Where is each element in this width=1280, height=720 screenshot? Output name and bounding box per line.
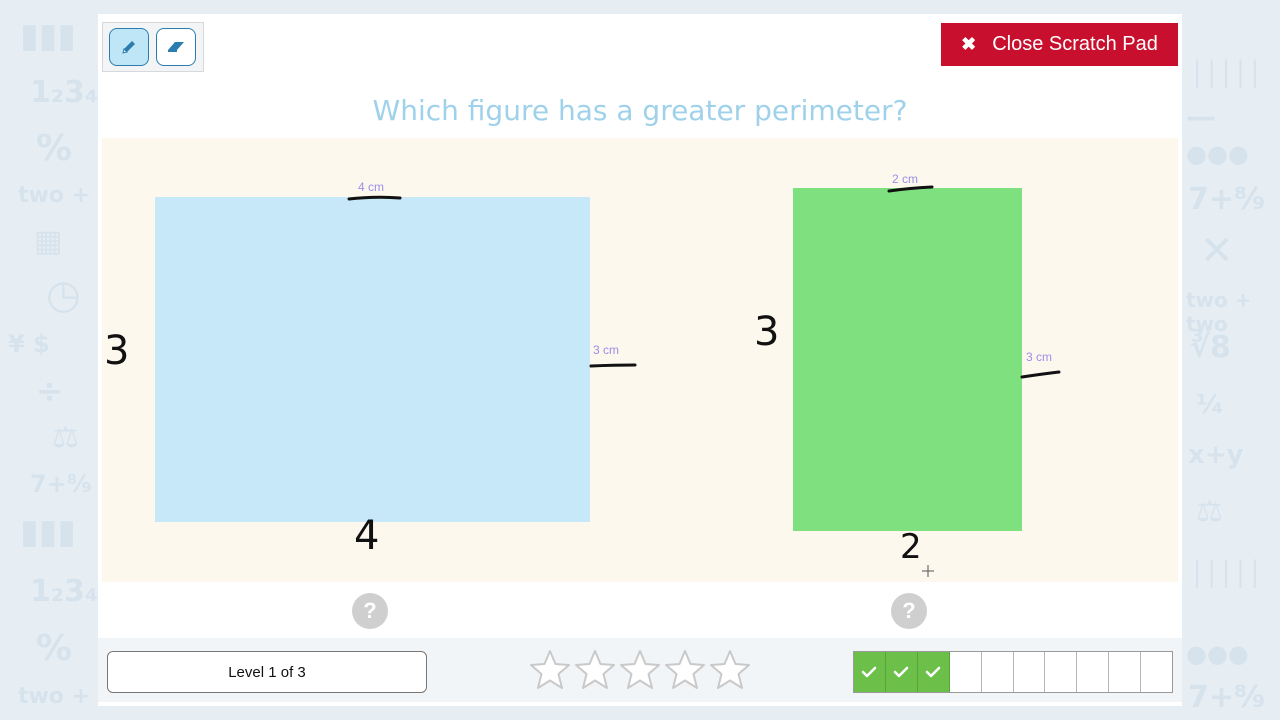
progress-cell-complete [917, 652, 950, 692]
level-indicator: Level 1 of 3 [107, 651, 427, 693]
cursor-crosshair [922, 565, 934, 577]
checkmark-icon [894, 666, 909, 678]
progress-cell-complete [885, 652, 918, 692]
star-icon [710, 650, 750, 689]
pencil-icon [122, 41, 135, 54]
star-icon [530, 650, 570, 689]
pencil-tool-button[interactable] [109, 28, 149, 66]
close-icon: ✖ [961, 34, 977, 54]
figure-b-help-button[interactable]: ? [891, 593, 927, 629]
star-icon [575, 650, 615, 689]
question-text: Which figure has a greater perimeter? [372, 94, 908, 127]
stroke-b-right [1020, 370, 1061, 379]
drawing-canvas[interactable]: 4 cm 3 cm 3 4 2 cm 3 cm 3 2 [102, 138, 1178, 582]
eraser-icon [168, 42, 184, 52]
progress-cell-empty [982, 652, 1014, 692]
progress-tracker [853, 651, 1173, 693]
eraser-tool-button[interactable] [156, 28, 196, 66]
stroke-b-top [887, 185, 934, 193]
progress-cell-empty [1077, 652, 1110, 692]
progress-cell-empty [1045, 652, 1078, 692]
progress-cell-empty [1141, 652, 1172, 692]
checkmark-icon [862, 666, 877, 678]
stroke-a-right [589, 363, 637, 368]
star-rating [528, 648, 753, 694]
progress-cell-empty [1109, 652, 1142, 692]
stroke-a-top [347, 195, 402, 201]
footer-bar: Level 1 of 3 [98, 638, 1182, 702]
progress-cell-empty [1014, 652, 1046, 692]
figure-a-help-button[interactable]: ? [352, 593, 388, 629]
scratch-pad-panel: ✖ Close Scratch Pad Which figure has a g… [98, 14, 1182, 706]
star-icon [665, 650, 705, 689]
close-scratch-pad-button[interactable]: ✖ Close Scratch Pad [941, 23, 1178, 66]
drawing-toolbox [102, 22, 204, 72]
close-scratch-pad-label: Close Scratch Pad [992, 33, 1158, 55]
star-icon [620, 650, 660, 689]
progress-cell-empty [950, 652, 982, 692]
progress-cell-complete [854, 652, 886, 692]
checkmark-icon [926, 666, 941, 678]
pen-strokes [347, 185, 1061, 577]
